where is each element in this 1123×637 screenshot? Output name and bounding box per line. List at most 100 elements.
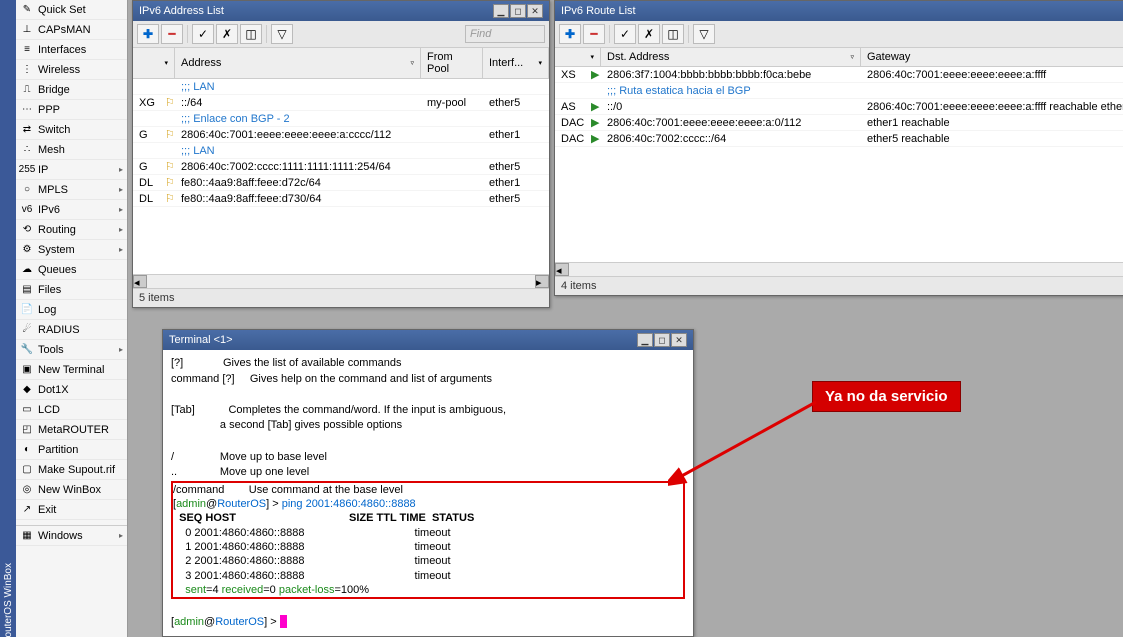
window-titlebar[interactable]: IPv6 Route List ▁ ◻ ✕ bbox=[555, 1, 1123, 21]
table-row[interactable]: ;;; LAN bbox=[133, 143, 549, 159]
table-row[interactable]: AS▶::/02806:40c:7001:eeee:eeee:eeee:a:ff… bbox=[555, 99, 1123, 115]
col-flags[interactable]: ▾ bbox=[555, 48, 601, 66]
status-bar: 4 items bbox=[555, 276, 1123, 295]
menu-icon: v6 bbox=[20, 203, 34, 217]
menu-icon: ⚙ bbox=[20, 243, 34, 257]
sidebar-item-ppp[interactable]: ⋯ PPP bbox=[16, 100, 127, 120]
disable-button[interactable]: ✗ bbox=[638, 24, 660, 44]
disable-button[interactable]: ✗ bbox=[216, 24, 238, 44]
grid-body[interactable]: XS▶2806:3f7:1004:bbbb:bbbb:bbbb:f0ca:beb… bbox=[555, 67, 1123, 262]
comment-button[interactable]: ◫ bbox=[662, 24, 684, 44]
remove-button[interactable]: ━ bbox=[161, 24, 183, 44]
col-gateway[interactable]: Gateway▾ bbox=[861, 48, 1123, 66]
menu-icon: ◰ bbox=[20, 423, 34, 437]
grid-body[interactable]: ;;; LANXG⚐::/64my-poolether5;;; Enlace c… bbox=[133, 79, 549, 274]
table-row[interactable]: DAC▶2806:40c:7002:cccc::/64ether5 reacha… bbox=[555, 131, 1123, 147]
menu-icon: ◎ bbox=[20, 483, 34, 497]
sidebar-item-label: Mesh bbox=[38, 144, 65, 156]
sidebar-item-queues[interactable]: ☁Queues bbox=[16, 260, 127, 280]
minimize-button[interactable]: ▁ bbox=[493, 4, 509, 18]
window-titlebar[interactable]: Terminal <1> ▁ ◻ ✕ bbox=[163, 330, 693, 350]
chevron-right-icon: ▸ bbox=[119, 531, 123, 540]
table-row[interactable]: G⚐2806:40c:7001:eeee:eeee:eeee:a:cccc/11… bbox=[133, 127, 549, 143]
sidebar-item-label: MetaROUTER bbox=[38, 424, 109, 436]
sidebar-item-metarouter[interactable]: ◰ MetaROUTER bbox=[16, 420, 127, 440]
sidebar-item-partition[interactable]: ◐ Partition bbox=[16, 440, 127, 460]
col-flags[interactable]: ▾ bbox=[133, 48, 175, 78]
sidebar-item-ipv6[interactable]: v6IPv6▸ bbox=[16, 200, 127, 220]
sidebar-item-label: Partition bbox=[38, 444, 78, 456]
menu-icon: 📄 bbox=[20, 303, 34, 317]
enable-button[interactable]: ✓ bbox=[192, 24, 214, 44]
find-input[interactable]: Find bbox=[465, 25, 545, 43]
table-row[interactable]: DAC▶2806:40c:7001:eeee:eeee:eeee:a:0/112… bbox=[555, 115, 1123, 131]
sidebar-item-windows[interactable]: ▦ Windows ▸ bbox=[16, 526, 127, 546]
sidebar-item-mpls[interactable]: ○MPLS▸ bbox=[16, 180, 127, 200]
sidebar-item-mesh[interactable]: ∴Mesh bbox=[16, 140, 127, 160]
sidebar-item-lcd[interactable]: ▭LCD bbox=[16, 400, 127, 420]
table-row[interactable]: XS▶2806:3f7:1004:bbbb:bbbb:bbbb:f0ca:beb… bbox=[555, 67, 1123, 83]
sidebar-item-new-terminal[interactable]: ▣New Terminal bbox=[16, 360, 127, 380]
sidebar-item-log[interactable]: 📄 Log bbox=[16, 300, 127, 320]
menu-icon: ⋯ bbox=[20, 103, 34, 117]
comment-button[interactable]: ◫ bbox=[240, 24, 262, 44]
close-button[interactable]: ✕ bbox=[671, 333, 687, 347]
sidebar-item-make-supout.rif[interactable]: ▢Make Supout.rif bbox=[16, 460, 127, 480]
sidebar-item-exit[interactable]: ↗Exit bbox=[16, 500, 127, 520]
sidebar-item-ip[interactable]: 255IP▸ bbox=[16, 160, 127, 180]
sidebar-item-capsman[interactable]: ⊥CAPsMAN bbox=[16, 20, 127, 40]
menu-icon: ▤ bbox=[20, 283, 34, 297]
close-button[interactable]: ✕ bbox=[527, 4, 543, 18]
col-address[interactable]: Address▿ bbox=[175, 48, 421, 78]
horizontal-scrollbar[interactable]: ◂▸ bbox=[133, 274, 549, 288]
add-button[interactable]: ✚ bbox=[559, 24, 581, 44]
window-titlebar[interactable]: IPv6 Address List ▁ ◻ ✕ bbox=[133, 1, 549, 21]
add-button[interactable]: ✚ bbox=[137, 24, 159, 44]
sidebar-item-system[interactable]: ⚙System▸ bbox=[16, 240, 127, 260]
terminal-output[interactable]: [?] Gives the list of available commands… bbox=[163, 350, 693, 636]
minimize-button[interactable]: ▁ bbox=[637, 333, 653, 347]
menu-icon: ◐ bbox=[20, 443, 34, 457]
col-dst-address[interactable]: Dst. Address▿ bbox=[601, 48, 861, 66]
sidebar-item-routing[interactable]: ⟲Routing▸ bbox=[16, 220, 127, 240]
workspace: IPv6 Address List ▁ ◻ ✕ ✚ ━ ✓ ✗ ◫ ▽ Find… bbox=[128, 0, 1123, 637]
sidebar-item-label: Tools bbox=[38, 344, 64, 356]
remove-button[interactable]: ━ bbox=[583, 24, 605, 44]
menu-icon: ◆ bbox=[20, 383, 34, 397]
filter-button[interactable]: ▽ bbox=[271, 24, 293, 44]
table-row[interactable]: DL⚐fe80::4aa9:8aff:feee:d72c/64ether1 bbox=[133, 175, 549, 191]
enable-button[interactable]: ✓ bbox=[614, 24, 636, 44]
sidebar-item-quick-set[interactable]: ✎Quick Set bbox=[16, 0, 127, 20]
table-row[interactable]: DL⚐fe80::4aa9:8aff:feee:d730/64ether5 bbox=[133, 191, 549, 207]
sidebar-item-files[interactable]: ▤Files bbox=[16, 280, 127, 300]
sidebar-item-tools[interactable]: 🔧Tools▸ bbox=[16, 340, 127, 360]
menu-icon: ▣ bbox=[20, 363, 34, 377]
menu-icon: ⊥ bbox=[20, 23, 34, 37]
horizontal-scrollbar[interactable]: ◂▸ bbox=[555, 262, 1123, 276]
table-row[interactable]: G⚐2806:40c:7002:cccc:1111:1111:1111:254/… bbox=[133, 159, 549, 175]
grid-header: ▾ Dst. Address▿ Gateway▾ bbox=[555, 48, 1123, 67]
col-interface[interactable]: Interf...▾ bbox=[483, 48, 549, 78]
sidebar-item-label: PPP bbox=[38, 104, 60, 116]
table-row[interactable]: ;;; Ruta estatica hacia el BGP bbox=[555, 83, 1123, 99]
maximize-button[interactable]: ◻ bbox=[654, 333, 670, 347]
table-row[interactable]: XG⚐::/64my-poolether5 bbox=[133, 95, 549, 111]
sidebar-item-label: Log bbox=[38, 304, 56, 316]
sidebar-item-label: Wireless bbox=[38, 64, 80, 76]
maximize-button[interactable]: ◻ bbox=[510, 4, 526, 18]
sidebar-item-wireless[interactable]: ⋮Wireless bbox=[16, 60, 127, 80]
sidebar-item-radius[interactable]: ☄RADIUS bbox=[16, 320, 127, 340]
sidebar-item-bridge[interactable]: ⎍Bridge bbox=[16, 80, 127, 100]
sidebar-item-label: Queues bbox=[38, 264, 77, 276]
chevron-right-icon: ▸ bbox=[119, 245, 123, 254]
table-row[interactable]: ;;; LAN bbox=[133, 79, 549, 95]
grid-header: ▾ Address▿ From Pool Interf...▾ bbox=[133, 48, 549, 79]
sidebar-item-switch[interactable]: ⇄Switch bbox=[16, 120, 127, 140]
table-row[interactable]: ;;; Enlace con BGP - 2 bbox=[133, 111, 549, 127]
sidebar-item-interfaces[interactable]: ≡Interfaces bbox=[16, 40, 127, 60]
filter-button[interactable]: ▽ bbox=[693, 24, 715, 44]
col-from-pool[interactable]: From Pool bbox=[421, 48, 483, 78]
sidebar-item-dot1x[interactable]: ◆Dot1X bbox=[16, 380, 127, 400]
sidebar-item-new-winbox[interactable]: ◎New WinBox bbox=[16, 480, 127, 500]
sidebar-item-label: Routing bbox=[38, 224, 76, 236]
